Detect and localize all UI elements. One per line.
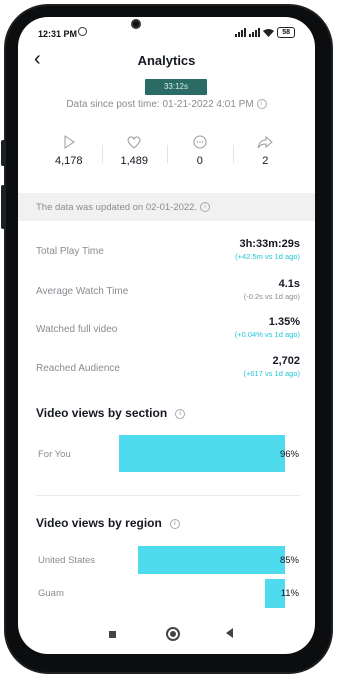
page-title: Analytics bbox=[137, 53, 196, 68]
metric-label: Total Play Time bbox=[36, 246, 104, 257]
metric-label: Watched full video bbox=[36, 324, 118, 335]
metric-reached-audience: Reached Audience 2,702 (+617 vs 1d ago) bbox=[36, 355, 300, 385]
signal-icon bbox=[235, 28, 247, 37]
metric-watched-full-video: Watched full video 1.35% (+0.04% vs 1d a… bbox=[36, 316, 300, 346]
metric-value: 2,702 bbox=[272, 355, 300, 367]
info-icon[interactable]: i bbox=[256, 99, 267, 110]
app-screen: 12:31 PM 58 ‹ Analytics 33:12s Data sinc… bbox=[18, 17, 315, 654]
phone-volume-button bbox=[1, 140, 5, 166]
section-title-views-by-section: Video views by section i bbox=[36, 406, 186, 420]
metric-value: 4.1s bbox=[278, 278, 300, 290]
status-icons: 58 bbox=[235, 27, 295, 38]
bar-label: United States bbox=[38, 555, 96, 566]
stat-comments: 0 bbox=[167, 135, 233, 175]
bar-for-you bbox=[119, 435, 285, 472]
system-nav-bar bbox=[18, 614, 315, 654]
metric-average-watch-time: Average Watch Time 4.1s (-0.2s vs 1d ago… bbox=[36, 278, 300, 308]
metric-delta: (-0.2s vs 1d ago) bbox=[243, 292, 300, 301]
notice-label: The data was updated on 02-01-2022. bbox=[36, 202, 198, 213]
stat-plays: 4,178 bbox=[36, 135, 102, 175]
update-notice: The data was updated on 02-01-2022. i bbox=[18, 193, 315, 221]
comment-icon bbox=[193, 135, 207, 149]
engagement-stats: 4,178 1,489 0 2 bbox=[36, 135, 298, 175]
status-time: 12:31 PM bbox=[38, 29, 78, 39]
stat-value: 4,178 bbox=[54, 155, 83, 167]
stat-shares: 2 bbox=[232, 135, 299, 175]
metric-delta: (+0.04% vs 1d ago) bbox=[234, 330, 300, 339]
stat-likes: 1,489 bbox=[101, 135, 168, 175]
divider bbox=[36, 495, 300, 496]
section-title-text: Video views by section bbox=[36, 406, 168, 420]
bar-percent: 96% bbox=[279, 449, 299, 460]
bar-label: For You bbox=[38, 449, 71, 460]
recent-apps-icon[interactable] bbox=[109, 631, 116, 638]
metric-label: Reached Audience bbox=[36, 363, 120, 374]
status-bar: 12:31 PM 58 bbox=[18, 17, 315, 43]
header: ‹ Analytics bbox=[18, 47, 315, 71]
phone-power-button bbox=[1, 185, 5, 229]
stat-value: 0 bbox=[196, 155, 203, 167]
metric-value: 1.35% bbox=[268, 316, 300, 328]
info-icon[interactable]: i bbox=[169, 518, 180, 529]
stat-value: 2 bbox=[262, 155, 269, 167]
metric-delta: (+617 vs 1d ago) bbox=[243, 369, 301, 378]
bar-label: Guam bbox=[38, 588, 64, 599]
video-thumbnail[interactable]: 33:12s bbox=[145, 79, 207, 95]
front-camera bbox=[131, 19, 141, 29]
wifi-icon bbox=[263, 28, 275, 37]
metric-label: Average Watch Time bbox=[36, 286, 129, 297]
section-title-views-by-region: Video views by region i bbox=[36, 516, 180, 530]
home-icon[interactable] bbox=[166, 627, 180, 641]
metric-delta: (+42.5m vs 1d ago) bbox=[235, 252, 300, 261]
thumbnail-text: 33:12s bbox=[163, 82, 189, 91]
stat-value: 1,489 bbox=[120, 155, 149, 167]
heart-icon bbox=[127, 136, 141, 149]
back-triangle-icon[interactable] bbox=[226, 628, 233, 638]
data-since-label: Data since post time: 01-21-2022 4:01 PM bbox=[66, 99, 254, 110]
bar-percent: 85% bbox=[279, 555, 299, 566]
bar-united-states bbox=[138, 546, 285, 574]
play-icon bbox=[64, 135, 75, 149]
battery-icon: 58 bbox=[277, 27, 295, 38]
alarm-icon bbox=[78, 27, 87, 36]
info-icon[interactable]: i bbox=[175, 408, 186, 419]
metric-total-play-time: Total Play Time 3h:33m:29s (+42.5m vs 1d… bbox=[36, 238, 300, 268]
share-icon bbox=[257, 135, 274, 149]
signal-icon bbox=[249, 28, 261, 37]
bar-percent: 11% bbox=[280, 588, 299, 599]
notice-text: The data was updated on 02-01-2022. i bbox=[36, 202, 211, 213]
metric-value: 3h:33m:29s bbox=[239, 238, 300, 250]
section-title-text: Video views by region bbox=[36, 516, 162, 530]
info-icon[interactable]: i bbox=[200, 202, 211, 213]
data-since-text: Data since post time: 01-21-2022 4:01 PM… bbox=[18, 99, 315, 110]
